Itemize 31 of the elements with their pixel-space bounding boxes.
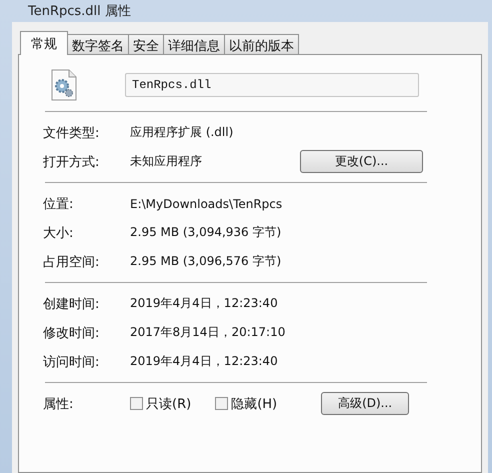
field-label: 占用空间:	[43, 254, 100, 270]
field-value: 应用程序扩展 (.dll)	[130, 124, 234, 141]
field-label: 属性:	[43, 396, 74, 412]
advanced-button[interactable]: 高级(D)...	[321, 392, 410, 415]
file-gear-icon	[51, 69, 77, 101]
window-title: TenRpcs.dll 属性	[28, 3, 131, 20]
field-value: 2019年4月4日，12:23:40	[130, 353, 279, 370]
field-value: 2017年8月14日，20:17:10	[130, 324, 286, 341]
field-value: 2.95 MB (3,094,936 字节)	[130, 224, 282, 241]
file-name-field[interactable]: TenRpcs.dll	[125, 73, 419, 97]
tab[interactable]: 安全	[128, 34, 164, 54]
field-label: 大小:	[43, 224, 74, 242]
field-label: 创建时间:	[43, 296, 100, 312]
tab[interactable]: 常规	[20, 31, 68, 55]
checkbox-label: 只读(R)	[146, 396, 192, 412]
tab[interactable]: 详细信息	[163, 34, 225, 54]
field-value: 2019年4月4日，12:23:40	[130, 295, 279, 312]
change-button[interactable]: 更改(C)...	[300, 150, 423, 173]
field-value: E:\MyDownloads\TenRpcs	[130, 196, 284, 210]
field-label: 访问时间:	[43, 354, 100, 370]
field-label: 位置:	[43, 196, 74, 212]
tab[interactable]: 以前的版本	[224, 34, 299, 54]
checkbox[interactable]	[215, 397, 228, 410]
field-label: 文件类型:	[43, 124, 100, 142]
field-value: 未知应用程序	[130, 153, 203, 170]
checkbox[interactable]	[130, 397, 143, 410]
field-label: 修改时间:	[43, 324, 100, 342]
tab[interactable]: 数字签名	[67, 34, 129, 54]
field-value: 2.95 MB (3,096,576 字节)	[130, 253, 282, 270]
checkbox-label: 隐藏(H)	[231, 396, 278, 412]
field-label: 打开方式:	[43, 154, 100, 170]
